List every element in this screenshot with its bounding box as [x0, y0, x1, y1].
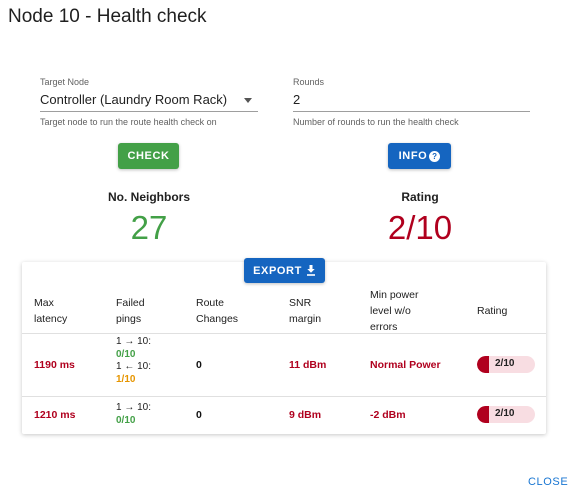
target-node-label: Target Node	[40, 77, 90, 87]
row-route-changes: 0	[196, 409, 202, 421]
rating-chip: 2/10	[477, 406, 535, 423]
dialog-title: Node 10 - Health check	[8, 6, 207, 27]
row-failed-pings: 1 → 10: 0/10 1 ← 10: 1/10	[116, 336, 152, 385]
check-button-label: CHECK	[127, 150, 170, 162]
row-max-latency: 1190 ms	[34, 359, 75, 371]
rounds-input[interactable]: 2	[293, 92, 300, 107]
header-failed-pings: Failed pings	[116, 297, 145, 325]
export-button-label: EXPORT	[253, 264, 302, 277]
rounds-label: Rounds	[293, 77, 325, 87]
rating-label: Rating	[401, 190, 439, 204]
close-button[interactable]: CLOSE	[528, 476, 568, 488]
row-max-latency: 1210 ms	[34, 409, 76, 421]
rating-chip-fill	[477, 406, 489, 423]
neighbors-value: 27	[130, 209, 168, 246]
info-button[interactable]: INFO ?	[388, 143, 451, 169]
header-snr-margin: SNR margin	[289, 297, 322, 325]
row-min-power: -2 dBm	[370, 409, 406, 421]
header-min-power: Min power level w/o errors	[370, 289, 419, 333]
target-node-value[interactable]: Controller (Laundry Room Rack)	[40, 92, 227, 107]
results-card	[22, 262, 546, 434]
target-node-underline	[40, 111, 258, 112]
help-icon: ?	[429, 150, 441, 162]
row-failed-pings: 1 → 10: 0/10	[116, 402, 152, 426]
check-button[interactable]: CHECK	[118, 143, 179, 169]
row-snr-margin: 9 dBm	[289, 409, 322, 421]
rating-chip-fill	[477, 356, 489, 373]
header-divider	[22, 333, 546, 334]
rounds-hint: Number of rounds to run the health check	[293, 117, 459, 127]
rounds-field[interactable]: Rounds 2 Number of rounds to run the hea…	[293, 77, 530, 127]
target-node-hint: Target node to run the route health chec…	[40, 117, 217, 127]
row-snr-margin: 11 dBm	[289, 359, 327, 371]
header-route-changes: Route Changes	[196, 297, 239, 325]
info-button-label: INFO	[398, 150, 428, 162]
chevron-down-icon[interactable]	[244, 98, 252, 103]
row-route-changes: 0	[196, 359, 202, 371]
header-max-latency: Max latency	[34, 297, 68, 325]
row-divider	[22, 396, 546, 397]
rating-value: 2/10	[387, 209, 453, 246]
rounds-underline	[293, 111, 530, 112]
export-button[interactable]: EXPORT	[244, 258, 325, 283]
neighbors-label: No. Neighbors	[107, 190, 190, 204]
download-icon	[306, 265, 315, 276]
rating-chip: 2/10	[477, 356, 535, 373]
target-node-select[interactable]: Target Node Controller (Laundry Room Rac…	[40, 77, 258, 127]
row-min-power: Normal Power	[370, 359, 441, 371]
header-rating: Rating	[477, 305, 508, 317]
